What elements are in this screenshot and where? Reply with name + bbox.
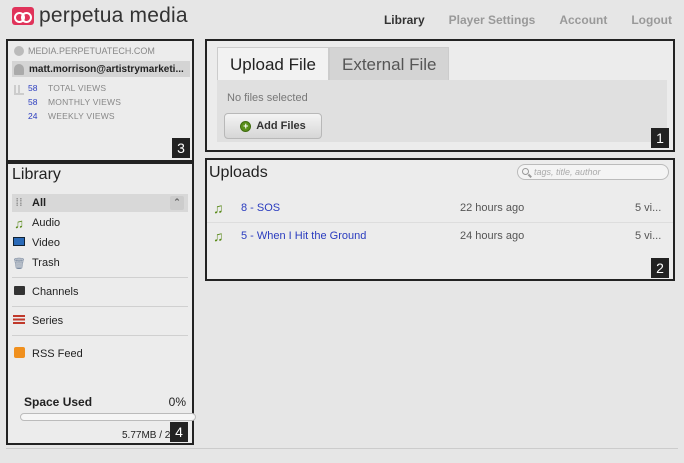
account-panel: MEDIA.PERPETUATECH.COM matt.morrison@art… bbox=[6, 39, 194, 162]
nav-account[interactable]: Account bbox=[559, 13, 607, 27]
space-used-bar bbox=[20, 413, 196, 421]
user-icon bbox=[14, 63, 24, 75]
list-icon bbox=[12, 315, 26, 327]
globe-icon bbox=[14, 46, 24, 56]
library-item-label: Video bbox=[32, 237, 60, 249]
account-domain: MEDIA.PERPETUATECH.COM bbox=[14, 46, 155, 56]
upload-panel: Upload File External File No files selec… bbox=[205, 39, 675, 152]
library-item-trash[interactable]: 🗑 Trash bbox=[12, 254, 188, 272]
add-files-label: Add Files bbox=[256, 120, 306, 132]
tab-upload-file[interactable]: Upload File bbox=[217, 47, 329, 80]
upload-time: 24 hours ago bbox=[460, 230, 525, 242]
footer-line bbox=[6, 448, 678, 449]
music-note-icon: ♫ bbox=[213, 228, 224, 244]
tv-icon bbox=[12, 286, 26, 298]
tab-external-file[interactable]: External File bbox=[329, 47, 450, 80]
nav-library[interactable]: Library bbox=[384, 13, 425, 27]
upload-views: 5 vi... bbox=[635, 202, 662, 214]
top-nav: Library Player Settings Account Logout bbox=[360, 13, 672, 27]
upload-title[interactable]: 5 - When I Hit the Ground bbox=[241, 230, 366, 242]
space-used-size: 5.77MB / 2 bbox=[122, 430, 171, 441]
app-header: perpetua media Library Player Settings A… bbox=[0, 0, 684, 36]
panel-number-badge: 3 bbox=[172, 138, 190, 158]
logo-text: perpetua media bbox=[39, 4, 188, 27]
stat-total-views: 58 TOTAL VIEWS bbox=[14, 83, 106, 93]
library-item-label: Audio bbox=[32, 217, 61, 229]
panel-number-badge: 1 bbox=[651, 128, 669, 148]
library-item-label: Series bbox=[32, 315, 64, 327]
stat-value: 24 bbox=[28, 111, 38, 121]
stat-value: 58 bbox=[28, 83, 38, 93]
panel-number-badge: 4 bbox=[170, 422, 188, 442]
divider bbox=[12, 306, 188, 307]
divider bbox=[12, 335, 188, 336]
nav-logout[interactable]: Logout bbox=[631, 13, 672, 27]
divider bbox=[12, 277, 188, 278]
upload-tabs: Upload File External File bbox=[217, 47, 450, 80]
library-item-label: RSS Feed bbox=[32, 348, 83, 360]
library-title: Library bbox=[12, 166, 61, 183]
space-used-label: Space Used bbox=[24, 395, 93, 409]
upload-body: No files selected + Add Files bbox=[217, 80, 667, 142]
upload-title[interactable]: 8 - SOS bbox=[241, 202, 280, 214]
library-item-series[interactable]: Series bbox=[12, 312, 188, 330]
library-item-label: Trash bbox=[32, 257, 60, 269]
panel-number-badge: 2 bbox=[651, 258, 669, 278]
music-note-icon: ♫ bbox=[213, 200, 224, 216]
library-item-rss[interactable]: RSS Feed bbox=[12, 345, 188, 363]
stat-weekly-views: 24 WEEKLY VIEWS bbox=[14, 111, 115, 121]
upload-views: 5 vi... bbox=[635, 230, 662, 242]
upload-row[interactable]: ♫ 8 - SOS 22 hours ago 5 vi... bbox=[207, 198, 673, 220]
stat-label: TOTAL VIEWS bbox=[48, 83, 107, 93]
library-item-all[interactable]: ⁞⁞ All ⌃ bbox=[12, 194, 188, 212]
user-email: matt.morrison@artistrymarketi... bbox=[29, 63, 184, 75]
trash-icon: 🗑 bbox=[12, 257, 26, 270]
collapse-icon[interactable]: ⌃ bbox=[170, 196, 184, 210]
search-placeholder: tags, title, author bbox=[534, 167, 601, 177]
account-user[interactable]: matt.morrison@artistrymarketi... bbox=[12, 61, 190, 77]
grid-icon: ⁞⁞ bbox=[15, 197, 23, 209]
library-item-video[interactable]: Video bbox=[12, 234, 188, 252]
stat-value: 58 bbox=[28, 97, 38, 107]
library-panel: Library ⁞⁞ All ⌃ ♫ Audio Video 🗑 Trash C… bbox=[6, 162, 196, 445]
file-status: No files selected bbox=[227, 92, 308, 104]
music-note-icon: ♫ bbox=[14, 215, 24, 231]
rss-icon bbox=[12, 347, 26, 361]
logo-icon bbox=[12, 7, 34, 25]
search-input[interactable]: tags, title, author bbox=[517, 164, 669, 180]
search-icon bbox=[522, 168, 529, 175]
library-item-label: Channels bbox=[32, 286, 79, 298]
add-files-button[interactable]: + Add Files bbox=[224, 113, 322, 139]
plus-icon: + bbox=[240, 120, 252, 132]
library-item-channels[interactable]: Channels bbox=[12, 283, 188, 301]
uploads-panel: Uploads tags, title, author ♫ 8 - SOS 22… bbox=[205, 158, 675, 281]
stat-monthly-views: 58 MONTHLY VIEWS bbox=[14, 97, 121, 107]
upload-time: 22 hours ago bbox=[460, 202, 525, 214]
upload-row[interactable]: ♫ 5 - When I Hit the Ground 24 hours ago… bbox=[207, 226, 673, 248]
monitor-icon bbox=[12, 237, 26, 249]
row-divider bbox=[207, 222, 673, 223]
library-item-label: All bbox=[32, 197, 47, 209]
space-used-percent: 0% bbox=[168, 395, 186, 409]
logo[interactable]: perpetua media bbox=[12, 4, 188, 28]
nav-player-settings[interactable]: Player Settings bbox=[449, 13, 536, 27]
stat-label: MONTHLY VIEWS bbox=[48, 97, 122, 107]
library-item-audio[interactable]: ♫ Audio bbox=[12, 214, 188, 232]
uploads-title: Uploads bbox=[209, 164, 268, 181]
stat-label: WEEKLY VIEWS bbox=[48, 111, 115, 121]
domain-text: MEDIA.PERPETUATECH.COM bbox=[28, 46, 155, 56]
